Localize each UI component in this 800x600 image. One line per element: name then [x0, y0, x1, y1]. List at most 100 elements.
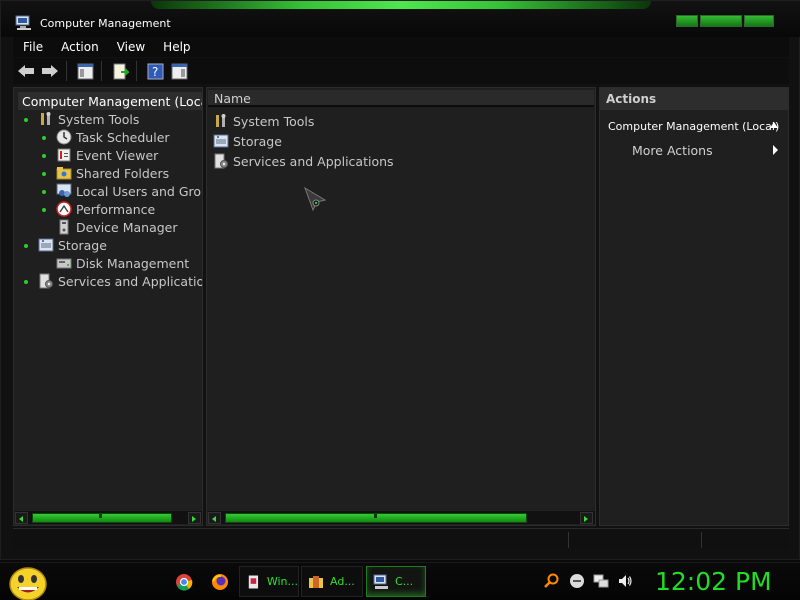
back-button[interactable] [15, 60, 37, 82]
tree-item-system-tools[interactable]: System Tools [38, 110, 139, 128]
maximize-button[interactable] [700, 15, 742, 27]
scroll-left-button[interactable] [15, 512, 28, 524]
list-item-label: System Tools [233, 113, 315, 129]
list-item[interactable]: Storage [213, 132, 282, 150]
expand-bullet[interactable] [24, 244, 28, 248]
expand-bullet[interactable] [24, 118, 28, 122]
services-icon [214, 153, 228, 169]
tree-item-disk-management[interactable]: Disk Management [56, 254, 189, 272]
list-item-label: Storage [233, 133, 282, 149]
services-icon [39, 273, 53, 289]
storage-icon [38, 238, 54, 252]
scroll-left-button[interactable] [208, 512, 221, 524]
tree-item-task-scheduler[interactable]: Task Scheduler [56, 128, 170, 146]
forward-button[interactable] [39, 60, 61, 82]
help-icon: ? [147, 63, 163, 79]
tools-icon [216, 114, 226, 127]
collapse-arrow-icon[interactable] [770, 122, 778, 128]
tree-label: Storage [58, 237, 107, 253]
messenger-icon[interactable] [569, 573, 585, 589]
tree-root[interactable]: Computer Management (Local) [18, 92, 202, 110]
tree-item-services-and-applications[interactable]: Services and Applications [38, 272, 202, 290]
tree-item-device-manager[interactable]: Device Manager [56, 218, 178, 236]
expand-bullet[interactable] [24, 280, 28, 284]
console-tree-icon [77, 63, 93, 79]
status-separator [568, 532, 569, 548]
actions-section-title[interactable]: Computer Management (Local) [608, 120, 779, 133]
tree-label: Event Viewer [76, 147, 159, 163]
expand-bullet[interactable] [42, 172, 46, 176]
content-panes: Computer Management (Local) System Tools… [13, 87, 789, 527]
computer-management-icon [15, 15, 31, 30]
tree-label: Device Manager [76, 219, 178, 235]
search-icon[interactable] [543, 573, 559, 589]
tree-label: Task Scheduler [76, 129, 170, 145]
tree-label: Local Users and Groups [76, 183, 202, 199]
status-separator [701, 532, 702, 548]
list-item[interactable]: Services and Applications [213, 152, 394, 170]
tree-item-shared-folders[interactable]: Shared Folders [56, 164, 169, 182]
list-horizontal-scrollbar[interactable] [208, 510, 595, 524]
expand-bullet[interactable] [42, 154, 46, 158]
results-pane: Name System Tools Storage Services and A… [206, 87, 596, 526]
back-arrow-icon [18, 65, 34, 77]
close-button[interactable] [744, 15, 774, 27]
toolbar-separator [66, 61, 67, 81]
expand-bullet[interactable] [42, 208, 46, 212]
clock-icon [56, 129, 72, 145]
column-header-name[interactable]: Name [208, 90, 594, 107]
scroll-thumb[interactable] [32, 513, 172, 523]
menu-action[interactable]: Action [61, 40, 99, 54]
menu-view[interactable]: View [117, 40, 145, 54]
submenu-arrow-icon[interactable] [773, 145, 778, 155]
chrome-icon[interactable] [174, 572, 194, 592]
taskbar-task-computer-management[interactable]: C... [366, 566, 426, 597]
more-actions-link[interactable]: More Actions [632, 143, 713, 158]
menu-help[interactable]: Help [163, 40, 190, 54]
taskbar-task-win[interactable]: Win... [239, 566, 299, 597]
tree-item-performance[interactable]: Performance [56, 200, 155, 218]
tree-item-storage[interactable]: Storage [38, 236, 107, 254]
actions-pane: Actions Computer Management (Local) More… [599, 87, 789, 526]
help-button[interactable]: ? [144, 60, 166, 82]
title-bar[interactable]: Computer Management [1, 1, 800, 37]
tree-horizontal-scrollbar[interactable] [15, 510, 202, 524]
actions-header-label: Actions [606, 92, 657, 106]
minimize-button[interactable] [676, 15, 698, 27]
network-icon[interactable] [593, 573, 609, 589]
tree-item-local-users-and-groups[interactable]: Local Users and Groups [56, 182, 202, 200]
list-item[interactable]: System Tools [213, 112, 314, 130]
toolbar-separator [101, 61, 102, 81]
menu-file[interactable]: File [23, 40, 43, 54]
window-title: Computer Management [40, 17, 171, 30]
expand-bullet[interactable] [42, 136, 46, 140]
disk-icon [56, 258, 72, 269]
caption-buttons [676, 15, 774, 27]
actions-header: Actions [600, 88, 788, 110]
task-label: C... [395, 575, 414, 588]
performance-icon [56, 201, 72, 217]
users-icon [56, 183, 72, 197]
toolbar: ? [13, 58, 789, 84]
expand-bullet[interactable] [42, 190, 46, 194]
tree-item-event-viewer[interactable]: Event Viewer [56, 146, 158, 164]
scroll-right-button[interactable] [580, 512, 593, 524]
taskbar-task-ad[interactable]: Ad... [301, 566, 363, 597]
shared-folder-icon [56, 167, 72, 180]
start-button-smiley-icon[interactable] [8, 565, 48, 600]
device-manager-icon [59, 219, 69, 235]
taskbar-clock[interactable]: 12:02 PM [655, 567, 772, 596]
export-list-button[interactable] [109, 60, 131, 82]
app-icon [248, 575, 259, 588]
tree-label: System Tools [58, 111, 140, 127]
volume-icon[interactable] [617, 573, 633, 589]
storage-icon [213, 134, 229, 148]
computer-management-window: Computer Management File Action View Hel… [0, 0, 800, 560]
firefox-icon[interactable] [210, 572, 230, 592]
tools-icon [41, 112, 51, 125]
show-hide-action-pane-button[interactable] [168, 60, 190, 82]
show-hide-console-tree-button[interactable] [74, 60, 96, 82]
action-pane-icon [171, 63, 187, 79]
forward-arrow-icon [42, 65, 58, 77]
scroll-right-button[interactable] [188, 512, 201, 524]
